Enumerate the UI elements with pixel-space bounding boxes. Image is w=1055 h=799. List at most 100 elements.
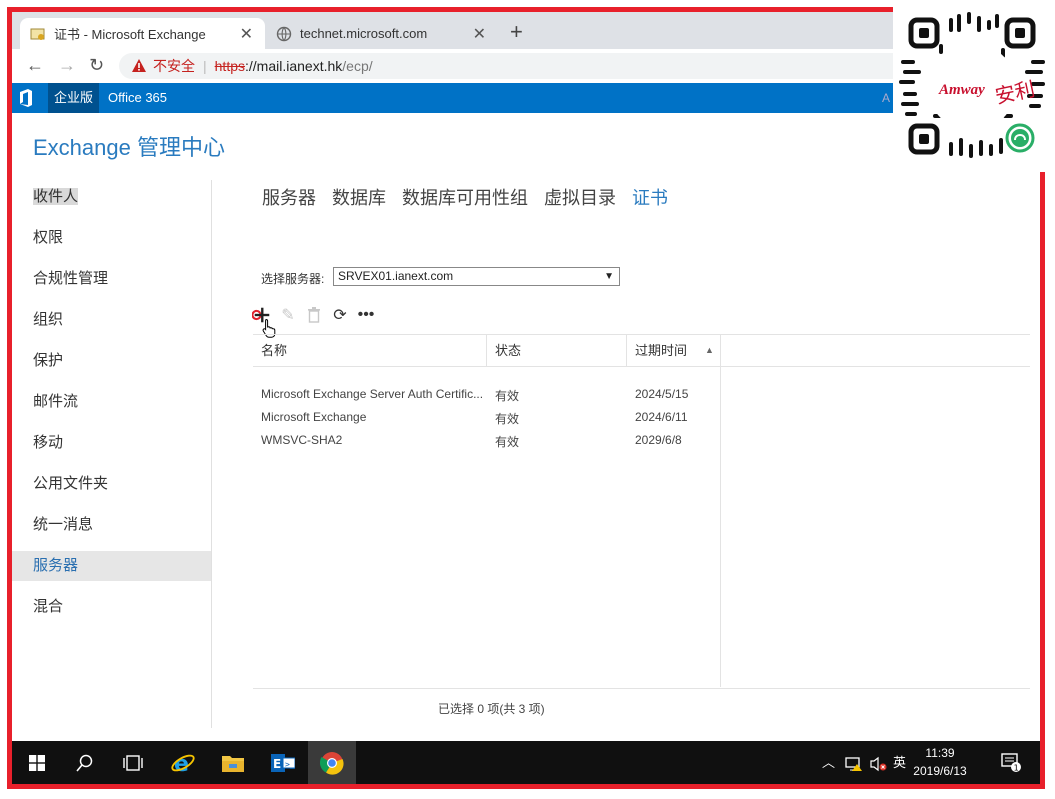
- action-center-button[interactable]: 1: [992, 741, 1032, 784]
- url-path: /ecp/: [342, 58, 373, 74]
- grid-footer-line: [253, 688, 1030, 689]
- back-arrow-icon[interactable]: ←: [26, 55, 44, 76]
- search-icon: [76, 754, 93, 772]
- chrome-button[interactable]: [308, 741, 356, 784]
- cell-name: Microsoft Exchange: [261, 410, 367, 424]
- page-title: Exchange 管理中心: [33, 135, 225, 160]
- nav-divider: [211, 180, 212, 728]
- nav-item-mail-flow[interactable]: 邮件流: [12, 387, 212, 417]
- cell-status: 有效: [495, 435, 520, 449]
- nav-item-label: 邮件流: [33, 393, 79, 410]
- column-separator: [626, 335, 627, 366]
- start-button[interactable]: [14, 741, 60, 784]
- internet-explorer-icon: e: [171, 752, 195, 776]
- tab-databases[interactable]: 数据库: [332, 184, 386, 210]
- tab-virtual-directories[interactable]: 虚拟目录: [544, 184, 616, 210]
- reload-icon[interactable]: ↻: [89, 55, 104, 76]
- edit-pencil-icon[interactable]: ✎: [278, 305, 298, 325]
- nav-item-organization[interactable]: 组织: [12, 305, 212, 335]
- cell-name: WMSVC-SHA2: [261, 433, 343, 447]
- omnibox-separator: |: [203, 58, 207, 74]
- refresh-icon[interactable]: ⟳: [330, 305, 350, 325]
- cell-expiry: 2024/5/15: [635, 387, 689, 401]
- column-header-status[interactable]: 状态: [495, 335, 521, 366]
- browser-tab-strip: 证书 - Microsoft Exchange ✕ technet.micros…: [12, 12, 1040, 49]
- search-button[interactable]: [62, 741, 108, 784]
- url-host: ://mail.ianext.hk: [245, 58, 343, 74]
- nav-item-compliance[interactable]: 合规性管理: [12, 264, 212, 294]
- tab-title: 证书 - Microsoft Exchange: [54, 27, 206, 42]
- notification-icon: 1: [1001, 752, 1021, 772]
- enterprise-link[interactable]: 企业版: [48, 83, 100, 113]
- nav-item-hybrid[interactable]: 混合: [12, 592, 212, 622]
- nav-item-label: 保护: [33, 352, 64, 369]
- exchange-shell-button[interactable]: E >_: [260, 741, 306, 784]
- column-header-expiry[interactable]: 过期时间: [635, 335, 687, 366]
- table-row[interactable]: Microsoft Exchange Server Auth Certific.…: [253, 383, 720, 406]
- cell-name: Microsoft Exchange Server Auth Certific.…: [261, 387, 484, 401]
- tab-technet[interactable]: technet.microsoft.com ✕: [266, 18, 498, 49]
- internet-explorer-button[interactable]: e: [160, 741, 206, 784]
- svg-text:>_: >_: [285, 760, 295, 769]
- more-options-icon[interactable]: •••: [356, 305, 376, 325]
- column-header-name[interactable]: 名称: [261, 335, 287, 366]
- nav-item-recipients[interactable]: 收件人: [12, 182, 212, 212]
- nav-item-servers[interactable]: 服务器: [12, 551, 212, 581]
- office365-link[interactable]: Office 365: [108, 83, 167, 113]
- screenshot-frame: 证书 - Microsoft Exchange ✕ technet.micros…: [7, 7, 1045, 789]
- volume-muted-icon[interactable]: [869, 741, 887, 784]
- office-logo-icon[interactable]: [18, 89, 34, 107]
- delete-trash-icon[interactable]: [304, 305, 324, 325]
- certificate-list: 名称 状态 过期时间 ▲ Microsoft Exchange Server A…: [253, 334, 1030, 690]
- nav-item-mobile[interactable]: 移动: [12, 428, 212, 458]
- nav-item-label: 服务器: [33, 557, 79, 574]
- windows-logo-icon: [29, 754, 45, 771]
- system-clock[interactable]: 11:39 2019/6/13: [905, 744, 975, 780]
- network-warning-icon[interactable]: [845, 741, 863, 784]
- qr-code-overlay: Amway 安利: [893, 2, 1051, 172]
- warning-triangle-icon: [132, 59, 146, 72]
- task-view-button[interactable]: [110, 741, 156, 784]
- task-view-icon: [123, 754, 143, 771]
- notification-count: 1: [1014, 763, 1019, 772]
- tab-exchange[interactable]: 证书 - Microsoft Exchange ✕: [20, 18, 265, 49]
- office365-header: 企业版 Office 365 A: [12, 83, 1040, 113]
- nav-item-unified-messaging[interactable]: 统一消息: [12, 510, 212, 540]
- brand-name: Amway: [938, 82, 985, 98]
- svg-text:E: E: [273, 757, 281, 771]
- exchange-icon: E >_: [271, 753, 295, 772]
- address-bar: ← → ↻ 不安全 | https://mail.ianext.hk/ecp/: [12, 49, 1040, 84]
- selection-status: 已选择 0 项(共 3 项): [438, 702, 545, 716]
- user-account-menu[interactable]: A: [882, 83, 890, 113]
- new-tab-button[interactable]: +: [510, 19, 523, 45]
- tray-overflow-chevron-icon[interactable]: ︿: [822, 741, 835, 784]
- nav-item-protection[interactable]: 保护: [12, 346, 212, 376]
- nav-item-label: 移动: [33, 434, 64, 451]
- nav-item-label: 收件人: [33, 188, 79, 205]
- url-field[interactable]: 不安全 | https://mail.ianext.hk/ecp/: [119, 53, 1019, 79]
- nav-item-label: 合规性管理: [33, 270, 109, 287]
- folder-icon: [222, 755, 244, 772]
- table-row[interactable]: WMSVC-SHA2 有效 2029/6/8: [253, 429, 720, 452]
- server-subtabs: 服务器 数据库 数据库可用性组 虚拟目录 证书: [262, 184, 668, 210]
- close-tab-icon[interactable]: ✕: [473, 24, 486, 44]
- close-tab-icon[interactable]: ✕: [240, 24, 253, 44]
- column-separator: [486, 335, 487, 366]
- tab-servers[interactable]: 服务器: [262, 184, 316, 210]
- nav-item-label: 统一消息: [33, 516, 94, 533]
- cell-status: 有效: [495, 389, 520, 403]
- tab-title: technet.microsoft.com: [300, 26, 428, 41]
- forward-arrow-icon[interactable]: →: [58, 55, 76, 76]
- tab-dag[interactable]: 数据库可用性组: [402, 184, 528, 210]
- certificate-favicon-icon: [30, 26, 46, 42]
- nav-item-permissions[interactable]: 权限: [12, 223, 212, 253]
- nav-item-public-folders[interactable]: 公用文件夹: [12, 469, 212, 499]
- security-status: 不安全: [153, 58, 195, 74]
- details-pane-divider: [720, 365, 721, 687]
- tab-certificates[interactable]: 证书: [632, 184, 668, 210]
- table-row[interactable]: Microsoft Exchange 有效 2024/6/11: [253, 406, 720, 429]
- clock-time: 11:39: [925, 746, 955, 760]
- server-select[interactable]: SRVEX01.ianext.com ▼: [333, 267, 620, 286]
- file-explorer-button[interactable]: [210, 741, 256, 784]
- server-select-value: SRVEX01.ianext.com: [338, 269, 454, 283]
